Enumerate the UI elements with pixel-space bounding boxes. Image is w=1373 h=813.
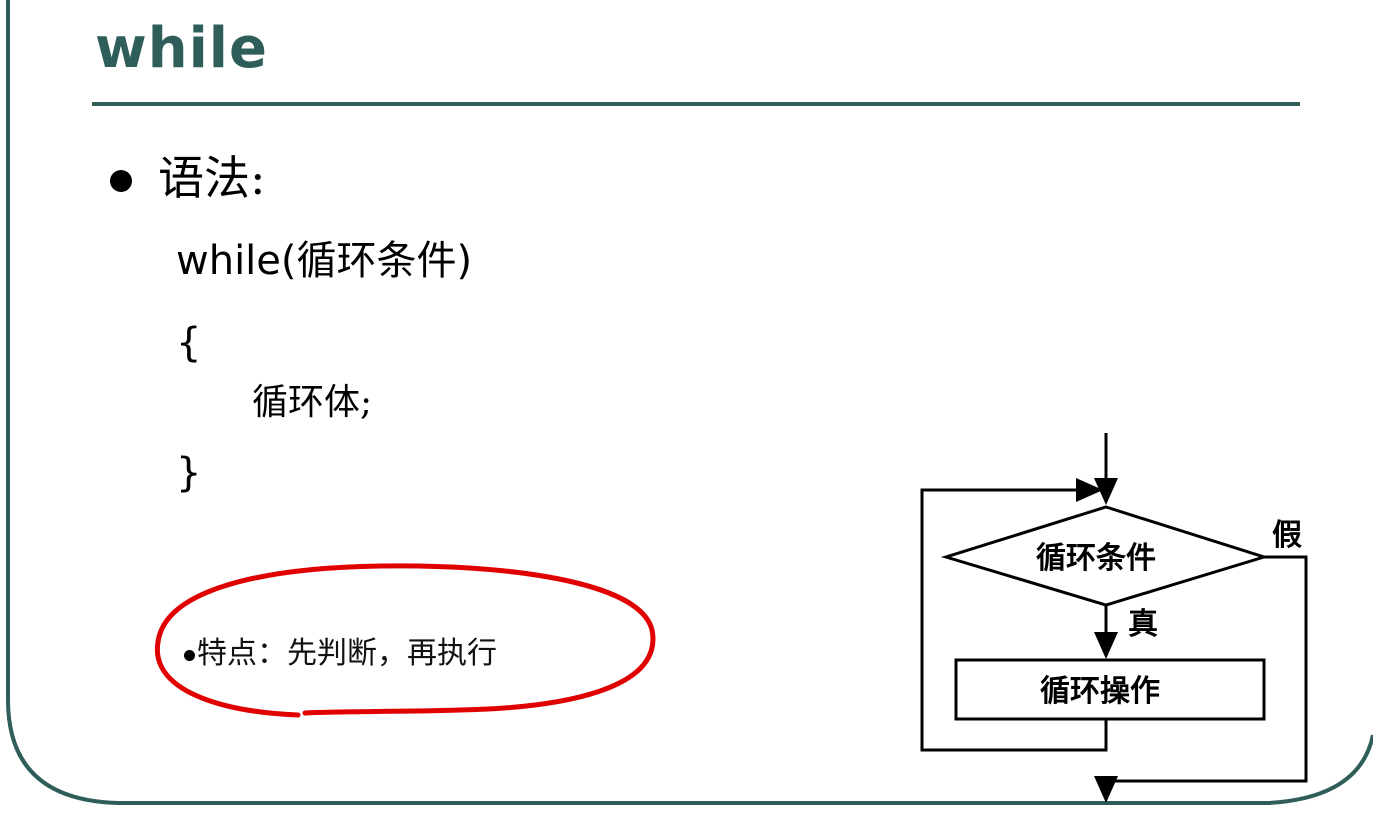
while-flowchart: 循环条件 真 循环操作 假 — [920, 433, 1308, 803]
true-label: 真 — [1128, 607, 1158, 642]
action-label: 循环操作 — [1040, 674, 1160, 709]
condition-label: 循环条件 — [1036, 541, 1156, 576]
false-label: 假 — [1272, 518, 1302, 553]
